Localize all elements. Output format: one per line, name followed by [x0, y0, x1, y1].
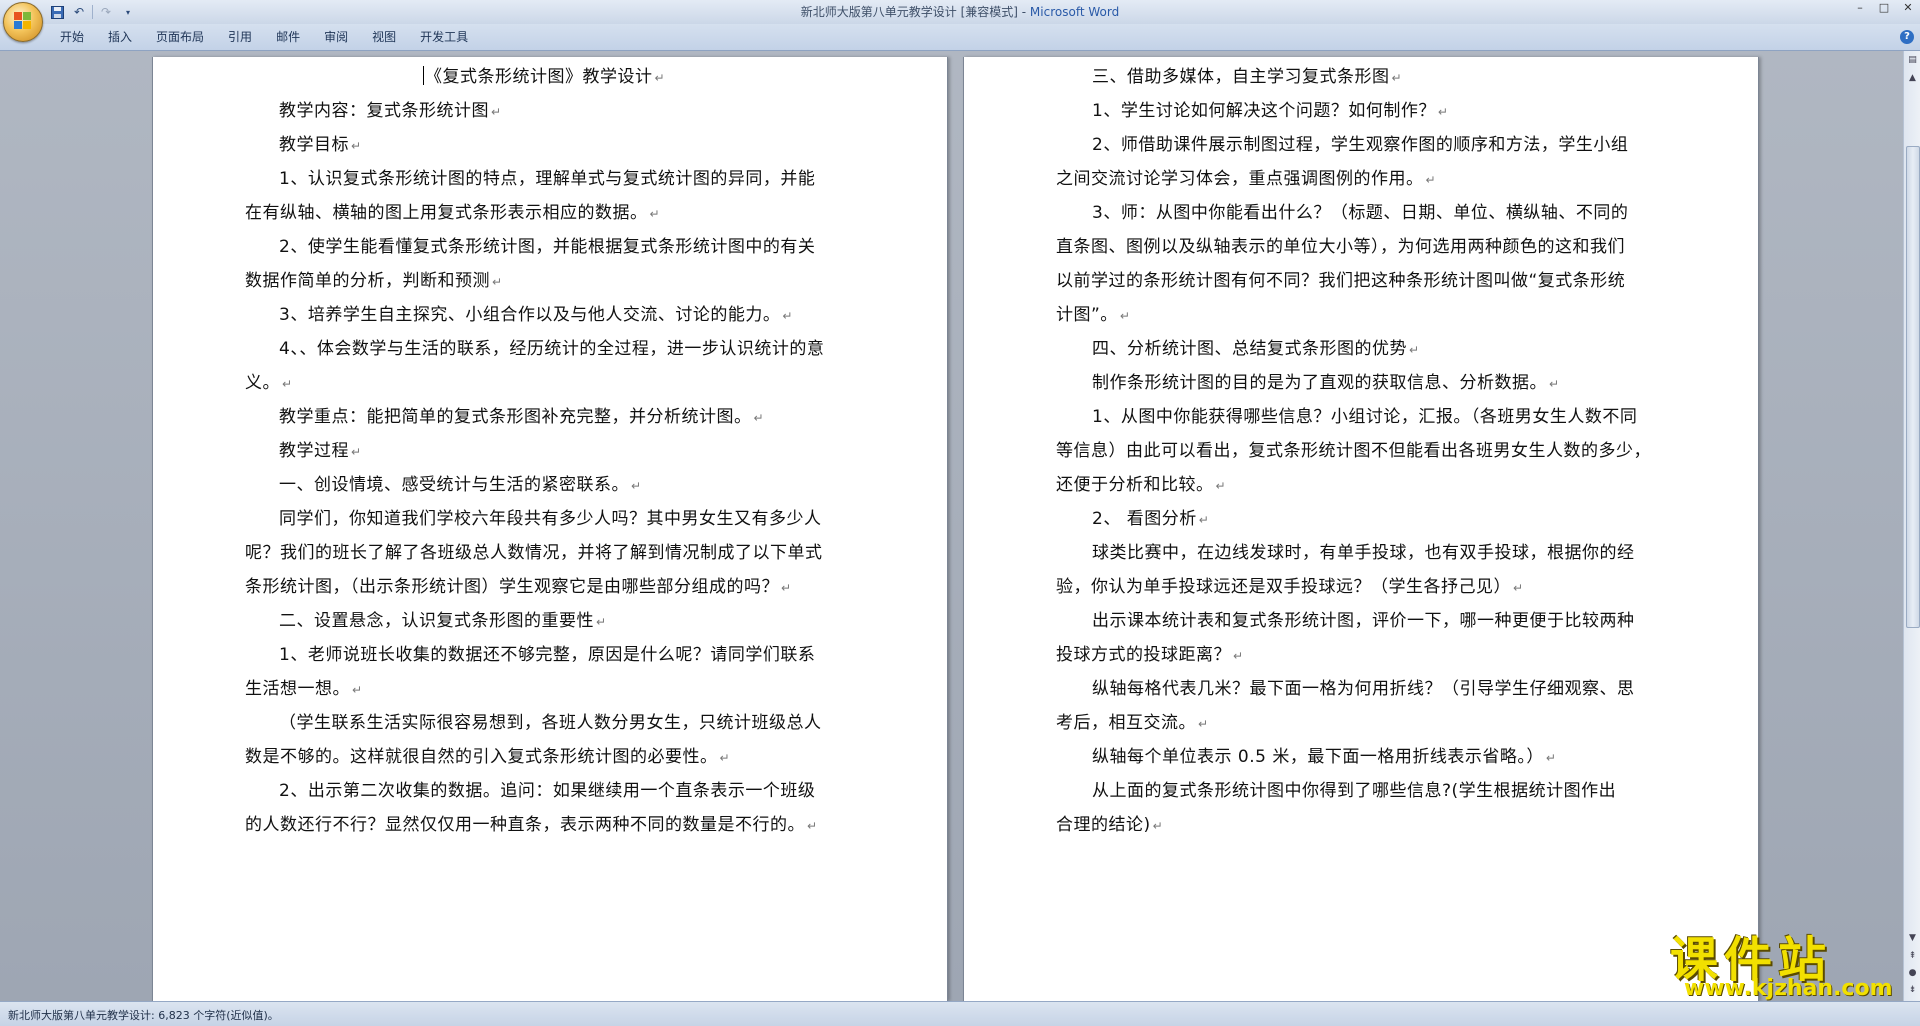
doc-paragraph[interactable]: 2、使学生能看懂复式条形统计图，并能根据复式条形统计图中的有关	[279, 232, 815, 257]
doc-paragraph[interactable]: 同学们，你知道我们学校六年段共有多少人吗？其中男女生又有多少人	[279, 504, 822, 529]
title-bar: ↶ ↷ ▾ 新北师大版第八单元教学设计 [兼容模式] - Microsoft W…	[0, 0, 1920, 24]
doc-paragraph[interactable]: 1、老师说班长收集的数据还不够完整，原因是什么呢？请同学们联系	[279, 640, 815, 665]
word-count[interactable]: 新北师大版第八单元教学设计: 6,823 个字符(近似值)。	[8, 1007, 279, 1023]
doc-paragraph[interactable]: 出示课本统计表和复式条形统计图，评价一下，哪一种更便于比较两种	[1092, 606, 1635, 631]
doc-paragraph[interactable]: 从上面的复式条形统计图中你得到了哪些信息?(学生根据统计图作出	[1092, 776, 1616, 801]
doc-paragraph[interactable]: 1、从图中你能获得哪些信息？小组讨论，汇报。（各班男女生人数不同	[1092, 402, 1637, 427]
doc-paragraph[interactable]: 4、、体会数学与生活的联系，经历统计的全过程，进一步认识统计的意	[279, 334, 824, 359]
app-name: Microsoft Word	[1029, 5, 1120, 19]
doc-paragraph[interactable]: 生活想一想。 ↵	[245, 674, 363, 699]
doc-paragraph[interactable]: 以前学过的条形统计图有何不同？我们把这种条形统计图叫做“复式条形统	[1056, 266, 1625, 291]
tab-insert[interactable]: 插入	[96, 29, 144, 45]
doc-paragraph[interactable]: （学生联系生活实际很容易想到，各班人数分男女生，只统计班级总人	[279, 708, 822, 733]
ruler-toggle-icon[interactable]: ▤	[1905, 53, 1920, 68]
doc-paragraph[interactable]: 呢？我们的班长了解了各班级总人数情况，并将了解到情况制成了以下单式	[245, 538, 823, 563]
doc-paragraph[interactable]: 数是不够的。这样就很自然的引入复式条形统计图的必要性。 ↵	[245, 742, 730, 767]
doc-paragraph[interactable]: 教学过程 ↵	[279, 436, 362, 461]
status-bar: 新北师大版第八单元教学设计: 6,823 个字符(近似值)。	[0, 1001, 1920, 1026]
doc-paragraph[interactable]: 2、师借助课件展示制图过程，学生观察作图的顺序和方法，学生小组	[1092, 130, 1628, 155]
doc-paragraph[interactable]: 的人数还行不行？显然仅仅用一种直条，表示两种不同的数量是不行的。 ↵	[245, 810, 818, 835]
ribbon-tabs: 开始 插入 页面布局 引用 邮件 审阅 视图 开发工具 ?	[0, 24, 1920, 51]
tab-mailings[interactable]: 邮件	[264, 29, 312, 45]
office-button[interactable]	[3, 2, 43, 42]
doc-paragraph[interactable]: 条形统计图，（出示条形统计图）学生观察它是由哪些部分组成的吗？ ↵	[245, 572, 792, 597]
document-title: 新北师大版第八单元教学设计 [兼容模式] -	[800, 5, 1030, 19]
doc-paragraph[interactable]: 验，你认为单手投球远还是双手投球远？（学生各抒己见） ↵	[1056, 572, 1524, 597]
doc-paragraph[interactable]: 考后，相互交流。 ↵	[1056, 708, 1209, 733]
doc-paragraph[interactable]: 数据作简单的分析，判断和预测 ↵	[245, 266, 503, 291]
doc-paragraph[interactable]: 2、出示第二次收集的数据。追问：如果继续用一个直条表示一个班级	[279, 776, 815, 801]
tab-view[interactable]: 视图	[360, 29, 408, 45]
doc-paragraph[interactable]: 一、创设情境、感受统计与生活的紧密联系。 ↵	[279, 470, 642, 495]
document-page-right[interactable]: 三、借助多媒体，自主学习复式条形图 ↵ 1、学生讨论如何解决这个问题？如何制作？ ↵…	[963, 57, 1759, 1001]
vertical-scrollbar[interactable]: ▤ ▲ ▼ ⇞ ● ⇟	[1903, 51, 1920, 1001]
doc-title[interactable]: 《复式条形统计图》教学设计 ↵	[423, 62, 665, 87]
close-button[interactable]: ✕	[1896, 0, 1920, 16]
text-cursor	[423, 66, 424, 85]
scrollbar-thumb[interactable]	[1906, 146, 1920, 628]
doc-paragraph[interactable]: 教学内容：复式条形统计图 ↵	[279, 96, 502, 121]
doc-paragraph[interactable]: 在有纵轴、横轴的图上用复式条形表示相应的数据。 ↵	[245, 198, 660, 223]
window-title: 新北师大版第八单元教学设计 [兼容模式] - Microsoft Word	[0, 3, 1920, 20]
document-page-left[interactable]: 《复式条形统计图》教学设计 ↵ 教学内容：复式条形统计图 ↵ 教学目标 ↵ 1、认识复…	[152, 57, 948, 1001]
doc-paragraph[interactable]: 制作条形统计图的目的是为了直观的获取信息、分析数据。 ↵	[1092, 368, 1560, 393]
doc-paragraph[interactable]: 1、认识复式条形统计图的特点，理解单式与复式统计图的异同，并能	[279, 164, 815, 189]
doc-paragraph[interactable]: 二、设置悬念，认识复式条形图的重要性 ↵	[279, 606, 607, 631]
doc-paragraph[interactable]: 等信息）由此可以看出，复式条形统计图不但能看出各班男女生人数的多少，	[1056, 436, 1651, 461]
document-workspace: 《复式条形统计图》教学设计 ↵ 教学内容：复式条形统计图 ↵ 教学目标 ↵ 1、认识复…	[0, 51, 1903, 1001]
doc-paragraph[interactable]: 投球方式的投球距离？ ↵	[1056, 640, 1244, 665]
doc-paragraph[interactable]: 直条图、图例以及纵轴表示的单位大小等），为何选用两种颜色的这和我们	[1056, 232, 1625, 257]
maximize-button[interactable]: □	[1872, 0, 1896, 16]
doc-paragraph[interactable]: 还便于分析和比较。 ↵	[1056, 470, 1226, 495]
site-watermark: 课件站 www.kjzhan.com	[1670, 920, 1910, 1001]
doc-paragraph[interactable]: 之间交流讨论学习体会，重点强调图例的作用。 ↵	[1056, 164, 1436, 189]
doc-paragraph[interactable]: 计图”。 ↵	[1056, 300, 1130, 325]
window-controls: – □ ✕	[1848, 0, 1920, 18]
doc-paragraph[interactable]: 三、借助多媒体，自主学习复式条形图 ↵	[1092, 62, 1402, 87]
doc-paragraph[interactable]: 纵轴每个单位表示 0.5 米，最下面一格用折线表示省略。） ↵	[1092, 742, 1556, 767]
doc-paragraph[interactable]: 球类比赛中，在边线发球时，有单手投球，也有双手投球，根据你的经	[1092, 538, 1635, 563]
doc-paragraph[interactable]: 1、学生讨论如何解决这个问题？如何制作？ ↵	[1092, 96, 1448, 121]
doc-paragraph[interactable]: 3、培养学生自主探究、小组合作以及与他人交流、讨论的能力。 ↵	[279, 300, 793, 325]
tab-references[interactable]: 引用	[216, 29, 264, 45]
scroll-up-icon[interactable]: ▲	[1905, 71, 1920, 86]
tab-developer[interactable]: 开发工具	[408, 29, 480, 45]
doc-paragraph[interactable]: 合理的结论) ↵	[1056, 810, 1163, 835]
tab-review[interactable]: 审阅	[312, 29, 360, 45]
tab-strip: 开始 插入 页面布局 引用 邮件 审阅 视图 开发工具	[48, 29, 480, 45]
office-logo-icon	[14, 12, 32, 30]
minimize-button[interactable]: –	[1848, 0, 1872, 16]
help-icon[interactable]: ?	[1900, 30, 1914, 44]
doc-paragraph[interactable]: 2、 看图分析 ↵	[1092, 504, 1209, 529]
doc-paragraph[interactable]: 教学目标 ↵	[279, 130, 362, 155]
doc-paragraph[interactable]: 教学重点：能把简单的复式条形图补充完整，并分析统计图。 ↵	[279, 402, 764, 427]
tab-home[interactable]: 开始	[48, 29, 96, 45]
doc-paragraph[interactable]: 3、师：从图中你能看出什么？（标题、日期、单位、横纵轴、不同的	[1092, 198, 1628, 223]
doc-paragraph[interactable]: 四、分析统计图、总结复式条形图的优势 ↵	[1092, 334, 1420, 359]
doc-paragraph[interactable]: 纵轴每格代表几米？最下面一格为何用折线？（引导学生仔细观察、思	[1092, 674, 1635, 699]
tab-page-layout[interactable]: 页面布局	[144, 29, 216, 45]
watermark-url: www.kjzhan.com	[1684, 976, 1893, 1001]
doc-paragraph[interactable]: 义。 ↵	[245, 368, 293, 393]
